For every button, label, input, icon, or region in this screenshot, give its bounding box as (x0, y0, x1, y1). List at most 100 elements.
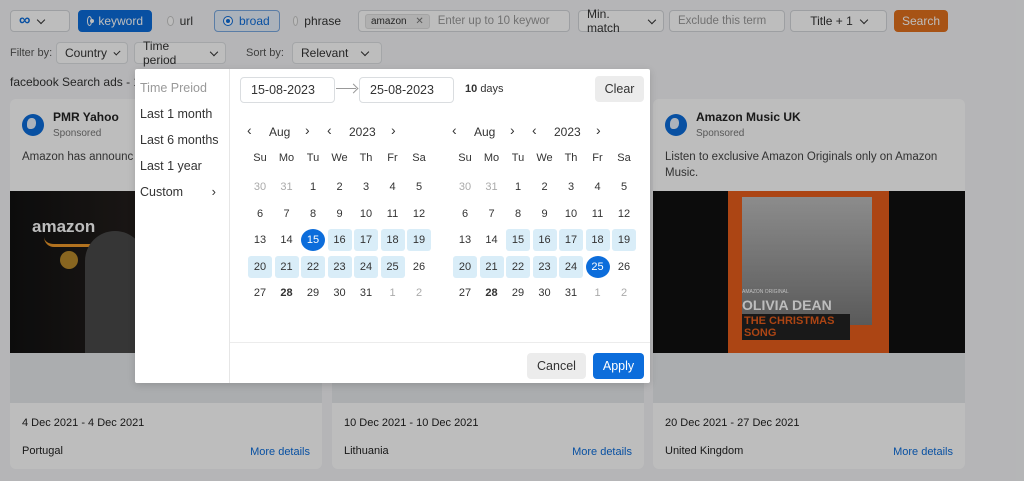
calendar-day[interactable]: 27 (453, 282, 477, 304)
calendar-day[interactable]: 30 (328, 282, 352, 304)
calendar-day[interactable]: 9 (328, 203, 352, 225)
calendar-day[interactable]: 26 (407, 256, 431, 278)
next-year-icon[interactable]: › (391, 122, 396, 138)
calendar-day[interactable]: 31 (354, 282, 378, 304)
calendar-day[interactable]: 13 (248, 229, 272, 251)
calendar-day[interactable]: 27 (248, 282, 272, 304)
calendar-day[interactable]: 14 (480, 229, 504, 251)
calendar-day[interactable]: 1 (506, 176, 530, 198)
weekday-label: Tu (511, 152, 525, 164)
month-label[interactable]: Aug (269, 125, 290, 139)
calendar-day[interactable]: 4 (586, 176, 610, 198)
calendar-day[interactable]: 16 (327, 229, 352, 251)
preset-last-6-months[interactable]: Last 6 months (140, 133, 219, 147)
calendar-day[interactable]: 8 (301, 203, 325, 225)
calendar-day[interactable]: 25 (380, 255, 405, 278)
calendar-day[interactable]: 1 (586, 282, 610, 304)
next-month-icon[interactable]: › (305, 122, 310, 138)
calendar-day[interactable]: 24 (559, 255, 583, 278)
preset-header: Time Preiod (140, 81, 207, 95)
weekday-header: Su Mo Tu We Th Fr Sa (247, 152, 427, 168)
calendar-day[interactable]: 28 (275, 282, 299, 304)
calendar-day[interactable]: 2 (533, 176, 557, 198)
calendar-day[interactable]: 3 (559, 176, 583, 198)
calendar-day[interactable]: 14 (275, 229, 299, 251)
next-month-icon[interactable]: › (510, 122, 515, 138)
weekday-label: Sa (412, 152, 426, 164)
calendar-day[interactable]: 8 (506, 203, 530, 225)
month-label[interactable]: Aug (474, 125, 495, 139)
calendar-day[interactable]: 2 (407, 282, 431, 304)
calendar-day[interactable]: 18 (585, 229, 610, 251)
calendar-day[interactable]: 23 (327, 255, 352, 278)
calendar-day[interactable]: 21 (274, 255, 299, 278)
calendar-day[interactable]: 1 (301, 176, 325, 198)
calendar-day[interactable]: 6 (453, 203, 477, 225)
calendar-day[interactable]: 17 (354, 229, 378, 251)
calendar-day[interactable]: 12 (612, 203, 636, 225)
calendar-day[interactable]: 9 (533, 203, 557, 225)
calendar-day[interactable]: 15 (301, 229, 325, 251)
calendar-day[interactable]: 4 (381, 176, 405, 198)
weekday-label: Su (458, 152, 472, 164)
calendar-day[interactable]: 2 (612, 282, 636, 304)
calendar-day[interactable]: 19 (407, 229, 431, 251)
calendar-day[interactable]: 10 (354, 203, 378, 225)
calendar-day[interactable]: 24 (354, 255, 378, 278)
calendar-day[interactable]: 30 (453, 176, 477, 198)
calendar-day[interactable]: 16 (532, 229, 557, 251)
calendar-day[interactable]: 10 (559, 203, 583, 225)
calendar-day[interactable]: 22 (506, 255, 530, 278)
calendar-day[interactable]: 29 (301, 282, 325, 304)
year-label[interactable]: 2023 (349, 125, 376, 139)
cancel-button[interactable]: Cancel (527, 353, 586, 379)
prev-month-icon[interactable]: ‹ (452, 122, 457, 138)
calendar-day[interactable]: 30 (533, 282, 557, 304)
calendar-day[interactable]: 22 (301, 255, 325, 278)
calendar-day[interactable]: 31 (275, 176, 299, 198)
calendar-left: ‹ Aug › ‹ 2023 › Su Mo Tu We Th Fr Sa 30 31 1 2 3 4… (247, 122, 431, 299)
calendar-day[interactable]: 23 (532, 255, 557, 278)
calendar-day[interactable]: 29 (506, 282, 530, 304)
calendar-day[interactable]: 11 (381, 203, 405, 225)
prev-month-icon[interactable]: ‹ (247, 122, 252, 138)
calendar-day[interactable]: 5 (612, 176, 636, 198)
year-label[interactable]: 2023 (554, 125, 581, 139)
calendar-day[interactable]: 15 (506, 229, 530, 251)
calendar-day[interactable]: 26 (612, 256, 636, 278)
calendar-day[interactable]: 19 (612, 229, 636, 251)
calendar-day[interactable]: 25 (585, 255, 610, 278)
calendar-day[interactable]: 28 (480, 282, 504, 304)
weekday-label: Th (359, 152, 373, 164)
preset-custom-label: Custom (140, 185, 184, 199)
calendar-day[interactable]: 2 (328, 176, 352, 198)
calendar-day[interactable]: 7 (480, 203, 504, 225)
preset-last-1-month[interactable]: Last 1 month (140, 107, 212, 121)
clear-button[interactable]: Clear (595, 76, 644, 102)
calendar-day[interactable]: 6 (248, 203, 272, 225)
calendar-day[interactable]: 20 (453, 255, 477, 278)
apply-button[interactable]: Apply (593, 353, 644, 379)
preset-last-1-year[interactable]: Last 1 year (140, 159, 202, 173)
prev-year-icon[interactable]: ‹ (327, 122, 332, 138)
calendar-day[interactable]: 1 (381, 282, 405, 304)
calendar-day[interactable]: 7 (275, 203, 299, 225)
calendar-day[interactable]: 3 (354, 176, 378, 198)
next-year-icon[interactable]: › (596, 122, 601, 138)
calendar-day[interactable]: 18 (380, 229, 405, 251)
end-date-input[interactable]: 25-08-2023 (359, 77, 454, 103)
calendar-day[interactable]: 13 (453, 229, 477, 251)
calendar-day[interactable]: 30 (248, 176, 272, 198)
calendar-day[interactable]: 31 (559, 282, 583, 304)
calendar-day[interactable]: 21 (479, 255, 504, 278)
calendar-day[interactable]: 12 (407, 203, 431, 225)
calendar-day[interactable]: 5 (407, 176, 431, 198)
preset-custom[interactable]: Custom › (140, 184, 216, 199)
start-date-input[interactable]: 15-08-2023 (240, 77, 335, 103)
prev-year-icon[interactable]: ‹ (532, 122, 537, 138)
calendar-day[interactable]: 17 (559, 229, 583, 251)
calendar-day[interactable]: 20 (248, 255, 272, 278)
calendar-day[interactable]: 11 (586, 203, 610, 225)
calendar-day[interactable]: 31 (480, 176, 504, 198)
end-date-value: 25-08-2023 (370, 83, 434, 97)
